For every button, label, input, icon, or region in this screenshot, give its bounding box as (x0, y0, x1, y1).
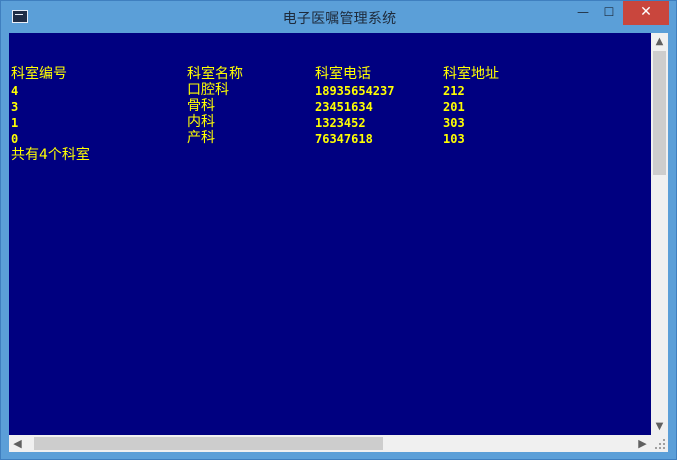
vertical-scroll-thumb[interactable] (653, 51, 666, 175)
console-output[interactable]: 科室编号 科室名称 科室电话 科室地址 4 口腔科 18935654237 21… (9, 33, 651, 435)
header-dept-phone: 科室电话 (315, 66, 371, 82)
dept-count-summary: 共有4个科室 (11, 147, 90, 163)
row-dept-id: 3 (11, 100, 19, 114)
row-dept-id: 0 (11, 132, 19, 146)
resize-grip-icon[interactable] (651, 435, 668, 452)
row-dept-phone: 1323452 (315, 116, 366, 130)
row-dept-id: 1 (11, 116, 19, 130)
row-dept-phone: 23451634 (315, 100, 373, 114)
row-dept-id: 4 (11, 84, 19, 98)
row-dept-phone: 18935654237 (315, 84, 395, 98)
row-dept-name: 内科 (187, 114, 215, 130)
row-dept-address: 103 (443, 132, 465, 146)
minimize-button[interactable]: — (570, 1, 596, 25)
maximize-button[interactable]: ☐ (596, 1, 622, 25)
row-dept-address: 303 (443, 116, 465, 130)
row-dept-address: 212 (443, 84, 465, 98)
row-dept-name: 产科 (187, 130, 215, 146)
close-button[interactable]: ✕ (623, 1, 669, 25)
row-dept-name: 骨科 (187, 98, 215, 114)
header-dept-id: 科室编号 (11, 66, 67, 82)
row-dept-address: 201 (443, 100, 465, 114)
console-window: 电子医嘱管理系统 — ☐ ✕ 科室编号 科室名称 科室电话 科室地址 4 口腔科… (0, 0, 677, 460)
horizontal-scroll-thumb[interactable] (34, 437, 383, 450)
row-dept-phone: 76347618 (315, 132, 373, 146)
row-dept-name: 口腔科 (187, 82, 229, 98)
scroll-left-arrow-icon[interactable]: ◀ (9, 435, 26, 452)
vertical-scrollbar[interactable]: ▲ ▼ (651, 33, 668, 435)
title-bar[interactable]: 电子医嘱管理系统 — ☐ ✕ (1, 1, 677, 33)
header-dept-name: 科室名称 (187, 66, 243, 82)
scroll-right-arrow-icon[interactable]: ▶ (634, 435, 651, 452)
horizontal-scrollbar[interactable]: ◀ ▶ (9, 435, 651, 452)
header-dept-address: 科室地址 (443, 66, 499, 82)
scroll-down-arrow-icon[interactable]: ▼ (651, 418, 668, 435)
scroll-up-arrow-icon[interactable]: ▲ (651, 33, 668, 50)
